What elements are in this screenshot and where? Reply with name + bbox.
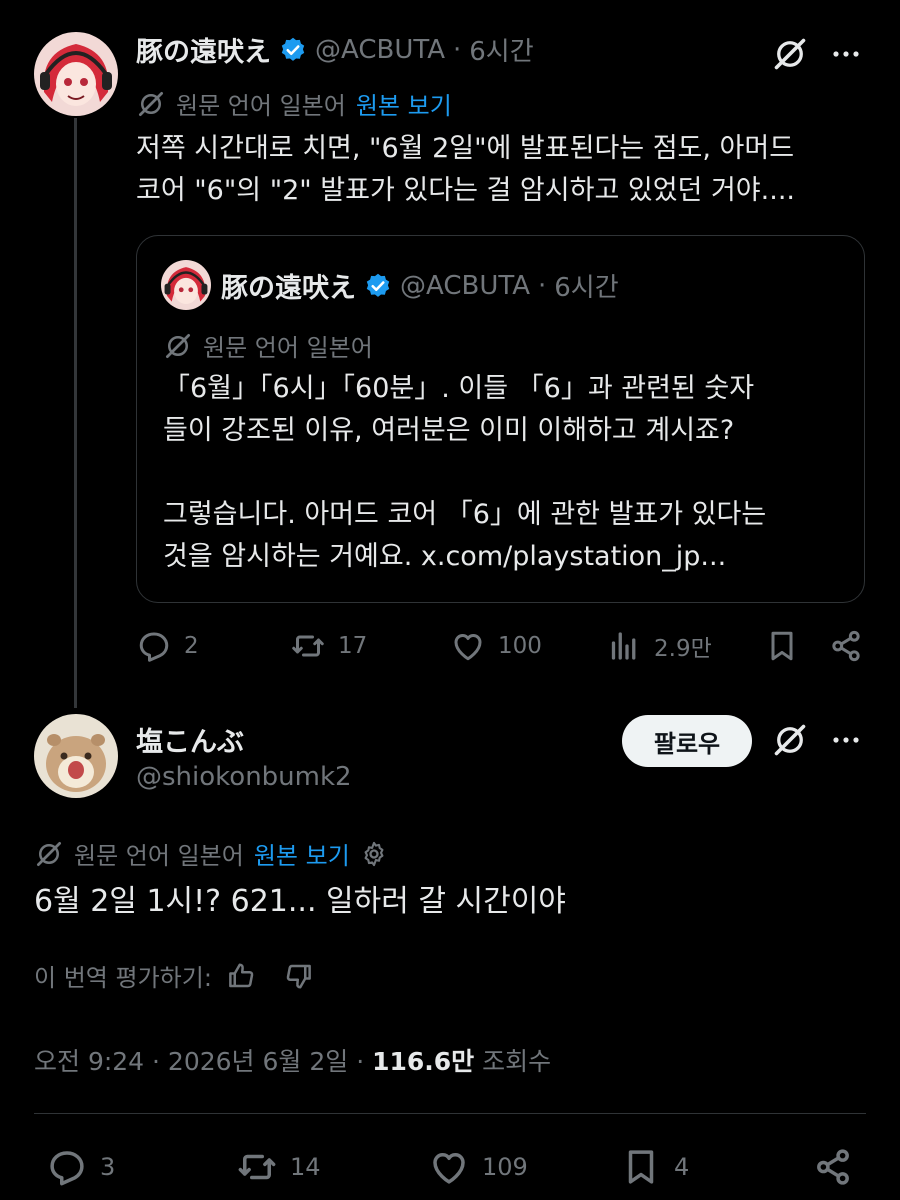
share-icon[interactable] <box>828 628 864 664</box>
thumbs-up-icon[interactable] <box>226 961 256 991</box>
bookmark-icon[interactable] <box>764 628 800 664</box>
repost-button[interactable]: 14 <box>236 1146 321 1188</box>
show-original-link[interactable]: 원본 보기 <box>356 86 452 121</box>
repost-button[interactable]: 17 <box>290 628 367 664</box>
grok-icon[interactable] <box>772 722 808 758</box>
views-button[interactable]: 2.9만 <box>606 628 712 664</box>
dot-separator: · <box>453 34 462 65</box>
translate-label: 원문 언어 일본어 <box>176 92 346 120</box>
like-count: 109 <box>482 1153 528 1181</box>
avatar-acbuta[interactable] <box>34 32 118 116</box>
repost-count: 17 <box>338 633 368 659</box>
share-icon[interactable] <box>812 1146 854 1188</box>
views-count: 2.9만 <box>654 636 712 662</box>
tweet-time[interactable]: 6시간 <box>469 31 533 68</box>
like-count: 100 <box>498 633 542 659</box>
like-button[interactable]: 100 <box>450 628 542 664</box>
tweet-text: 저쪽 시간대로 치면, "6월 2일"에 발표된다는 점도, 아머드 코어 "6… <box>136 133 795 206</box>
verified-badge-icon <box>364 272 392 300</box>
rate-translation-label: 이 번역 평가하기: <box>34 964 212 992</box>
view-count: 116.6만 <box>372 1047 475 1076</box>
divider <box>34 1113 866 1114</box>
settings-icon[interactable] <box>360 840 388 868</box>
reply-icon <box>46 1146 88 1188</box>
author-name[interactable]: 塩こんぶ <box>136 720 244 759</box>
translate-icon <box>136 89 166 119</box>
tweet-text: 6월 2일 1시!? 621... 일하러 갈 시간이야 <box>34 884 566 919</box>
view-count-label: 조회수 <box>474 1047 552 1076</box>
author-name[interactable]: 豚の遠吠え <box>136 30 271 69</box>
author-handle[interactable]: @ACBUTA <box>315 35 445 65</box>
thumbs-down-icon[interactable] <box>284 961 314 991</box>
translate-label: 원문 언어 일본어 <box>74 842 244 870</box>
thread-line <box>74 118 77 708</box>
reply-count: 3 <box>100 1153 116 1181</box>
bookmark-button[interactable]: 4 <box>620 1146 689 1188</box>
translate-icon <box>34 839 64 869</box>
follow-button[interactable]: 팔로우 <box>622 715 752 767</box>
repost-icon <box>290 628 326 664</box>
bookmark-count: 4 <box>674 1153 690 1181</box>
dot-separator: · <box>538 270 547 301</box>
repost-count: 14 <box>290 1153 321 1181</box>
more-icon[interactable] <box>830 730 862 750</box>
translate-icon <box>163 331 193 361</box>
like-button[interactable]: 109 <box>428 1146 528 1188</box>
quoted-tweet[interactable]: 豚の遠吠え @ACBUTA · 6시간 원문 언어 일본어 「6월」「6시」「6… <box>136 235 865 603</box>
verified-badge-icon <box>279 36 307 64</box>
repost-icon <box>236 1146 278 1188</box>
quote-author-handle: @ACBUTA <box>400 270 530 301</box>
like-icon <box>428 1146 470 1188</box>
grok-icon[interactable] <box>772 36 808 72</box>
quote-author-name: 豚の遠吠え <box>221 273 356 304</box>
like-icon <box>450 628 486 664</box>
reply-button[interactable]: 2 <box>136 628 199 664</box>
more-icon[interactable] <box>830 44 862 64</box>
quote-avatar[interactable] <box>161 260 211 310</box>
reply-count: 2 <box>184 633 199 659</box>
quote-text: 「6월」「6시」「60분」. 이들 「6」과 관련된 숫자 들이 강조된 이유,… <box>163 373 767 572</box>
reply-icon <box>136 628 172 664</box>
tweet-timestamp[interactable]: 오전 9:24 · 2026년 6월 2일 · <box>34 1047 372 1076</box>
quote-time: 6시간 <box>554 273 619 303</box>
views-icon <box>606 628 642 664</box>
reply-button[interactable]: 3 <box>46 1146 115 1188</box>
avatar-shiokonbu[interactable] <box>34 714 118 798</box>
show-original-link[interactable]: 원본 보기 <box>254 836 350 871</box>
bookmark-icon <box>620 1146 662 1188</box>
author-handle[interactable]: @shiokonbumk2 <box>136 762 352 792</box>
quote-translate-label: 원문 언어 일본어 <box>203 334 373 362</box>
